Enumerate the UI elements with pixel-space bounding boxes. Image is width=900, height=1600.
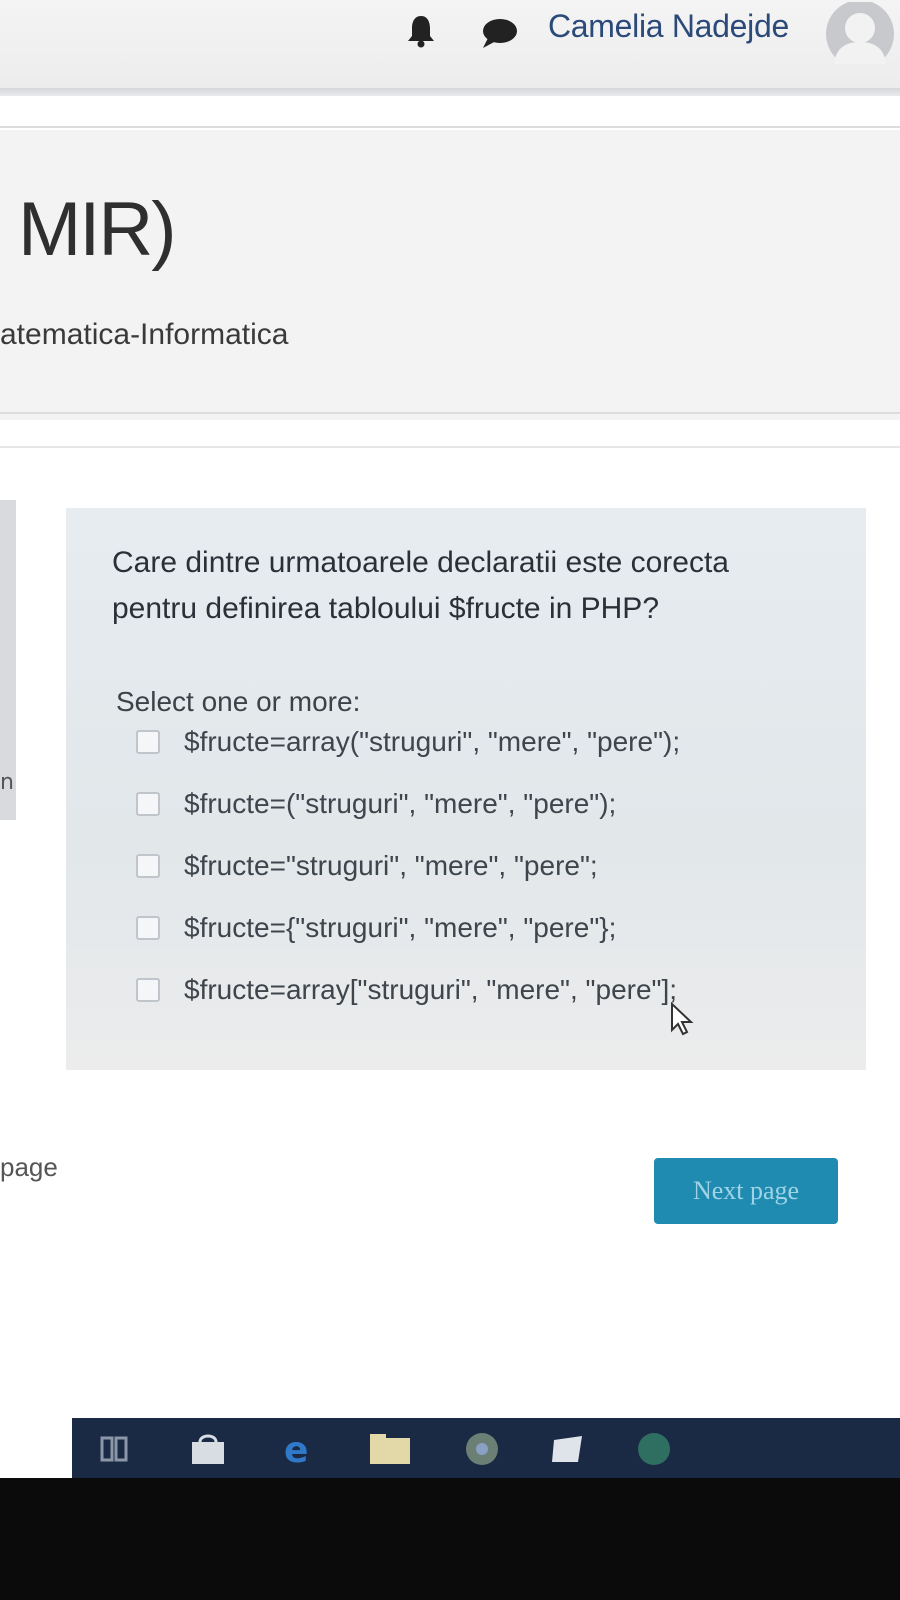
chrome-icon[interactable] (464, 1432, 500, 1466)
task-view-icon[interactable] (100, 1432, 130, 1466)
answer-label[interactable]: $fructe=("struguri", "mere", "pere"); (184, 788, 616, 820)
section-divider (0, 446, 900, 448)
edge-browser-icon[interactable]: e (282, 1432, 318, 1466)
answer-checkbox[interactable] (136, 730, 160, 754)
avatar-icon[interactable] (818, 2, 894, 64)
answer-checkbox[interactable] (136, 854, 160, 878)
skype-icon[interactable] (636, 1432, 672, 1466)
chat-icon[interactable] (480, 16, 518, 50)
answer-checkbox[interactable] (136, 916, 160, 940)
answer-checkbox[interactable] (136, 978, 160, 1002)
answer-option[interactable]: $fructe=array["struguri", "mere", "pere"… (136, 970, 816, 1010)
answer-label[interactable]: $fructe=array("struguri", "mere", "pere"… (184, 726, 680, 758)
svg-text:e: e (284, 1432, 308, 1466)
answer-option[interactable]: $fructe=array("struguri", "mere", "pere"… (136, 722, 816, 762)
course-subtitle: atematica-Informatica (0, 318, 289, 351)
file-explorer-icon[interactable] (368, 1432, 412, 1466)
user-name[interactable]: Camelia Nadejde (548, 8, 789, 45)
screen-bezel (0, 1478, 900, 1600)
answer-label[interactable]: $fructe={"struguri", "mere", "pere"}; (184, 912, 616, 944)
sidebar-cut-text: n (0, 770, 14, 795)
bell-icon[interactable] (406, 14, 436, 48)
mouse-cursor-icon (671, 1002, 694, 1036)
answer-label[interactable]: $fructe="struguri", "mere", "pere"; (184, 850, 598, 882)
question-text: Care dintre urmatoarele declaratii este … (112, 546, 729, 625)
os-taskbar: e (72, 1418, 900, 1478)
previous-page-link[interactable]: page (0, 1152, 58, 1183)
answer-option[interactable]: $fructe=("struguri", "mere", "pere"); (136, 784, 816, 824)
app-icon[interactable] (548, 1432, 588, 1466)
answer-label[interactable]: $fructe=array["struguri", "mere", "pere"… (184, 974, 677, 1006)
select-prompt: Select one or more: (116, 686, 361, 717)
course-header (0, 130, 900, 420)
header-divider (0, 126, 900, 128)
course-title: MIR) (18, 187, 177, 272)
navbar-divider (0, 88, 900, 96)
next-page-button[interactable]: Next page (654, 1158, 838, 1224)
answer-option[interactable]: $fructe={"struguri", "mere", "pere"}; (136, 908, 816, 948)
store-icon[interactable] (188, 1432, 228, 1466)
answer-checkbox[interactable] (136, 792, 160, 816)
answer-option[interactable]: $fructe="struguri", "mere", "pere"; (136, 846, 816, 886)
section-divider (0, 412, 900, 414)
